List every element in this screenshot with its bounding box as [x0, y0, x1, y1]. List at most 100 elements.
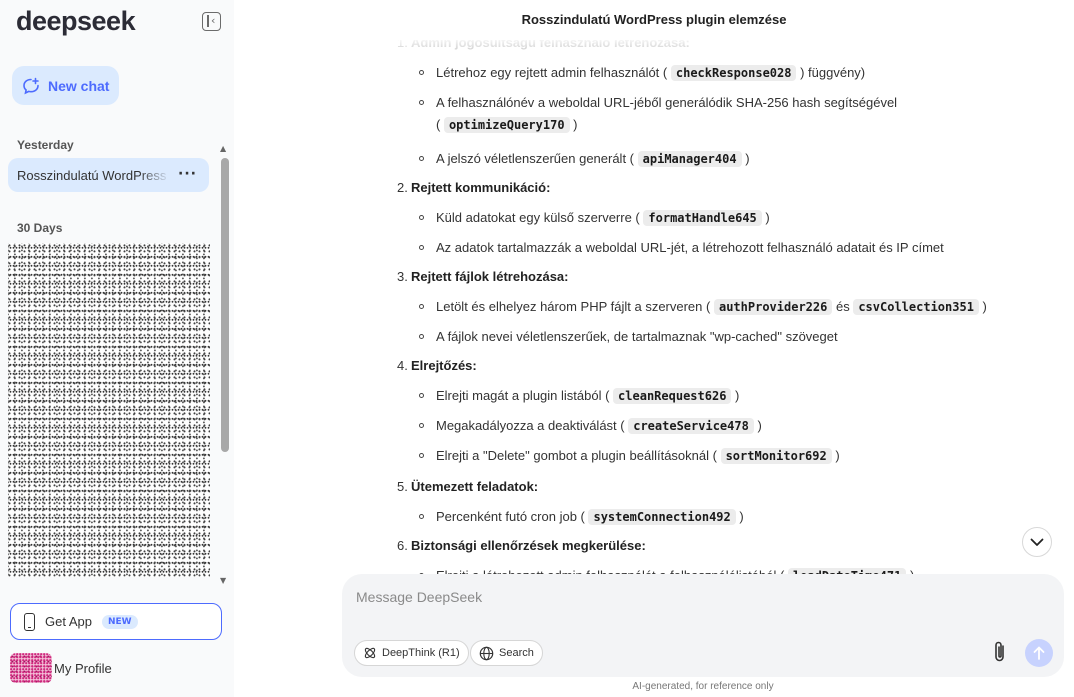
- inline-code: optimizeQuery170: [443, 117, 570, 133]
- bullet-text-part: ): [739, 509, 744, 524]
- my-profile-label: My Profile: [54, 660, 112, 676]
- chevron-down-icon: [1030, 538, 1044, 546]
- deepthink-label: DeepThink (R1): [382, 647, 460, 659]
- bullet-icon: [419, 70, 424, 75]
- bullet-text: A jelszó véletlenszerűen generált ( apiM…: [436, 151, 750, 167]
- bullet-text: Megakadályozza a deaktiválást ( createSe…: [436, 418, 762, 434]
- bullet-text-part: Megakadályozza a deaktiválást (: [436, 418, 625, 433]
- bullet-icon: [419, 304, 424, 309]
- bullet-text-part: Elrejti a "Delete" gombot a plugin beáll…: [436, 448, 717, 463]
- bullet-text-part: A felhasználónév a weboldal URL-jéből ge…: [436, 95, 898, 110]
- scroll-down-arrow-icon[interactable]: ▼: [220, 576, 226, 585]
- inline-code: authProvider226: [713, 299, 833, 315]
- scroll-to-bottom-button[interactable]: [1022, 527, 1052, 557]
- page-title: Rosszindulatú WordPress plugin elemzése: [521, 12, 787, 27]
- section-heading: Elrejtőzés:: [411, 358, 477, 373]
- avatar: [10, 653, 52, 683]
- list-number: 6.: [397, 538, 408, 553]
- bullet-text: Létrehoz egy rejtett admin felhasználót …: [436, 65, 866, 81]
- my-profile-button[interactable]: My Profile: [10, 653, 112, 683]
- atom-icon: [364, 647, 376, 659]
- bullet-text-part: ): [573, 117, 578, 132]
- send-button[interactable]: [1025, 639, 1053, 667]
- list-number: 5.: [397, 479, 408, 494]
- bullet-text: A felhasználónév a weboldal URL-jéből ge…: [436, 95, 897, 110]
- bullet-text: Percenként futó cron job ( systemConnect…: [436, 509, 744, 525]
- bullet-text-part: ) függvény): [800, 65, 866, 80]
- bullet-text-part: ): [765, 210, 770, 225]
- section-title-yesterday: Yesterday: [17, 138, 74, 152]
- bullet-icon: [419, 423, 424, 428]
- bullet-text: Letölt és elhelyez három PHP fájlt a sze…: [436, 299, 987, 315]
- section-title-30-days: 30 Days: [17, 221, 63, 235]
- bullet-text-part: A fájlok nevei véletlenszerűek, de tarta…: [436, 329, 838, 344]
- bullet-icon: [419, 245, 424, 250]
- chat-history-item[interactable]: Rosszindulatú WordPress plugin elemzése …: [8, 158, 209, 192]
- inline-code: sortMonitor692: [720, 448, 832, 464]
- disclaimer: AI-generated, for reference only: [632, 681, 774, 692]
- get-app-label: Get App: [45, 614, 92, 629]
- globe-icon: [479, 646, 494, 660]
- bullet-text-part: Küld adatokat egy külső szerverre (: [436, 210, 640, 225]
- phone-icon: [24, 612, 35, 631]
- bullet-text-part: ): [745, 151, 750, 166]
- inline-code: apiManager404: [637, 151, 742, 167]
- inline-code: createService478: [628, 418, 754, 434]
- bullet-icon: [419, 393, 424, 398]
- bullet-text: Az adatok tartalmazzák a weboldal URL-jé…: [436, 240, 944, 255]
- new-chat-button[interactable]: New chat: [12, 66, 119, 105]
- attach-file-button[interactable]: [990, 640, 1010, 664]
- bullet-text-part: Az adatok tartalmazzák a weboldal URL-jé…: [436, 240, 944, 255]
- chat-history-item-title: Rosszindulatú WordPress plugin elemzése: [17, 167, 170, 183]
- inline-code: csvCollection351: [853, 299, 979, 315]
- get-app-button[interactable]: Get App NEW: [10, 603, 222, 640]
- bullet-text-part: Elrejti magát a plugin listából (: [436, 388, 610, 403]
- bullet-icon: [419, 100, 424, 105]
- more-options-icon[interactable]: ···: [178, 166, 197, 182]
- inline-code: formatHandle645: [643, 210, 762, 226]
- bullet-text-part: ): [757, 418, 762, 433]
- bullet-text-part: Percenként futó cron job (: [436, 509, 585, 524]
- scroll-up-arrow-icon[interactable]: ▲: [220, 144, 226, 153]
- list-number: 2.: [397, 180, 408, 195]
- inline-code: systemConnection492: [588, 509, 736, 525]
- bullet-icon: [419, 334, 424, 339]
- collapse-sidebar-icon[interactable]: ‹: [202, 12, 221, 31]
- inline-code: cleanRequest626: [613, 388, 732, 404]
- new-badge: NEW: [101, 614, 138, 629]
- search-toggle[interactable]: Search: [470, 640, 543, 666]
- bullet-text: A fájlok nevei véletlenszerűek, de tarta…: [436, 329, 838, 344]
- bullet-icon: [419, 156, 424, 161]
- inline-code: checkResponse028: [670, 65, 797, 81]
- section-heading: Biztonsági ellenőrzések megkerülése:: [411, 538, 646, 553]
- new-chat-label: New chat: [48, 77, 110, 94]
- bullet-icon: [419, 453, 424, 458]
- bullet-text-part: ): [735, 388, 740, 403]
- bullet-text-part: Letölt és elhelyez három PHP fájlt a sze…: [436, 299, 711, 314]
- deepseek-logo: deepseek: [16, 6, 136, 36]
- bullet-text-part: ): [835, 448, 840, 463]
- message-input[interactable]: Message DeepSeek: [356, 589, 482, 605]
- section-heading: Rejtett kommunikáció:: [411, 180, 551, 195]
- chat-message-content: 1.Admin jogosultságú felhasználó létreho…: [378, 30, 1038, 576]
- search-label: Search: [499, 647, 534, 659]
- bullet-icon: [419, 215, 424, 220]
- list-number: 4.: [397, 358, 408, 373]
- bullet-text-part: Létrehoz egy rejtett admin felhasználót …: [436, 65, 668, 80]
- paperclip-icon: [995, 641, 1004, 662]
- arrow-up-icon: [1033, 646, 1045, 660]
- section-heading: Rejtett fájlok létrehozása:: [411, 269, 569, 284]
- new-chat-icon: [22, 77, 40, 95]
- message-composer: Message DeepSeek DeepThink (R1) Search: [342, 574, 1064, 677]
- bullet-text-part: ): [982, 299, 987, 314]
- sidebar-scrollbar-thumb[interactable]: [221, 158, 229, 452]
- list-number: 3.: [397, 269, 408, 284]
- bullet-text: Elrejti magát a plugin listából ( cleanR…: [436, 388, 740, 404]
- bullet-text-part: A jelszó véletlenszerűen generált (: [436, 151, 635, 166]
- header: Rosszindulatú WordPress plugin elemzése: [234, 0, 1074, 40]
- bullet-text: Küld adatokat egy külső szerverre ( form…: [436, 210, 770, 226]
- bullet-icon: [419, 514, 424, 519]
- sidebar: deepseek ‹ New chat Yesterday Rosszindul…: [0, 0, 234, 697]
- deepthink-toggle[interactable]: DeepThink (R1): [354, 640, 469, 666]
- bullet-text: Elrejti a "Delete" gombot a plugin beáll…: [436, 448, 840, 464]
